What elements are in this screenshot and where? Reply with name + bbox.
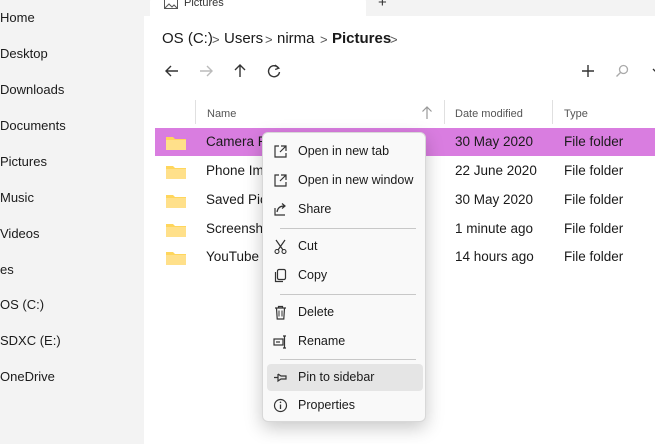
sidebar-section-devices: es [0,262,14,277]
file-date: 30 May 2020 [455,134,534,149]
trash-icon [275,305,286,320]
file-name: YouTube [206,249,260,264]
menu-item-label: Open in new window [298,173,414,187]
column-header-name[interactable]: Name [207,108,236,120]
column-divider[interactable] [195,100,196,124]
breadcrumb-nirma[interactable]: nirma [277,30,315,47]
file-name: Camera R [206,134,268,149]
open-new-icon [274,174,287,187]
copy-icon [274,268,287,283]
file-type: File folder [564,192,624,207]
search-button[interactable] [611,60,633,82]
open-new-icon [274,145,287,158]
menu-item-label: Open in new tab [298,144,390,158]
menu-item-rename[interactable]: Rename [267,328,423,355]
file-date: 22 June 2020 [455,163,537,178]
folder-icon [166,137,186,150]
menu-divider [280,359,416,360]
context-menu: Open in new tab Open in new window Share… [262,132,426,422]
sidebar-item-downloads[interactable]: Downloads [0,82,64,97]
menu-item-share[interactable]: Share [267,196,423,223]
menu-divider [280,294,416,295]
menu-item-label: Copy [298,268,328,282]
menu-item-label: Share [298,202,332,216]
new-item-button[interactable] [577,60,599,82]
picture-icon [164,0,178,9]
menu-item-label: Properties [298,398,355,412]
column-header-date-modified[interactable]: Date modified [455,108,523,120]
arrow-right-icon [200,65,213,77]
sidebar-item-pictures[interactable]: Pictures [0,154,47,169]
menu-item-properties[interactable]: Properties [267,392,423,419]
folder-icon [166,252,186,265]
navigation-sidebar: Home Desktop Downloads Documents Picture… [0,0,144,444]
sidebar-item-desktop[interactable]: Desktop [0,46,48,61]
file-name: Phone Im [206,163,264,178]
folder-icon [166,195,186,208]
rename-icon [273,335,286,349]
more-options-button[interactable] [640,60,655,82]
file-type: File folder [564,221,624,236]
menu-item-label: Pin to sidebar [298,370,375,384]
sidebar-item-sdxc-e[interactable]: SDXC (E:) [0,333,61,348]
info-icon [273,398,288,413]
up-button[interactable] [229,60,251,82]
refresh-button[interactable] [263,60,285,82]
breadcrumb-separator: > [212,32,220,47]
sidebar-item-music[interactable]: Music [0,190,34,205]
menu-item-pin-to-sidebar[interactable]: Pin to sidebar [267,364,423,391]
forward-button[interactable] [195,60,217,82]
folder-icon [166,166,186,179]
column-header-type[interactable]: Type [564,108,588,120]
menu-item-label: Delete [298,305,335,319]
file-date: 30 May 2020 [455,192,534,207]
menu-item-label: Cut [298,239,318,253]
menu-item-cut[interactable]: Cut [267,233,423,260]
menu-item-delete[interactable]: Delete [267,299,423,326]
menu-item-label: Rename [298,334,346,348]
plus-icon [582,65,594,77]
sidebar-item-home[interactable]: Home [0,10,35,25]
tab-label: Pictures [184,0,224,9]
sidebar-item-documents[interactable]: Documents [0,118,66,133]
chevron-down-icon [652,68,655,72]
refresh-icon [267,64,281,78]
pin-icon [274,373,287,383]
back-button[interactable] [161,60,183,82]
menu-item-open-in-new-window[interactable]: Open in new window [267,167,423,194]
menu-item-copy[interactable]: Copy [267,262,423,289]
file-date: 14 hours ago [455,249,534,264]
sort-ascending-icon [422,106,432,119]
sidebar-item-onedrive[interactable]: OneDrive [0,369,55,384]
menu-item-open-in-new-tab[interactable]: Open in new tab [267,138,423,165]
column-divider[interactable] [444,100,445,124]
breadcrumb-separator: > [390,32,398,47]
breadcrumb-pictures[interactable]: Pictures [332,30,391,47]
folder-icon [166,224,186,237]
sidebar-item-videos[interactable]: Videos [0,226,40,241]
column-divider[interactable] [552,100,553,124]
file-type: File folder [564,134,624,149]
file-type: File folder [564,249,624,264]
breadcrumb-separator: > [320,32,328,47]
tab-pictures[interactable] [150,0,366,16]
file-date: 1 minute ago [455,221,534,236]
arrow-up-icon [234,64,246,77]
sidebar-item-os-c[interactable]: OS (C:) [0,297,44,312]
file-name: Saved Pic [206,192,267,207]
new-tab-button[interactable]: + [378,0,387,11]
breadcrumb-separator: > [265,32,273,47]
file-name: Screensh [206,221,264,236]
menu-divider [280,228,416,229]
breadcrumb-os-c[interactable]: OS (C:) [162,30,213,47]
file-type: File folder [564,163,624,178]
scissors-icon [274,239,287,254]
breadcrumb-users[interactable]: Users [224,30,263,47]
search-icon [616,64,629,77]
arrow-left-icon [165,65,178,77]
share-icon [274,203,286,216]
